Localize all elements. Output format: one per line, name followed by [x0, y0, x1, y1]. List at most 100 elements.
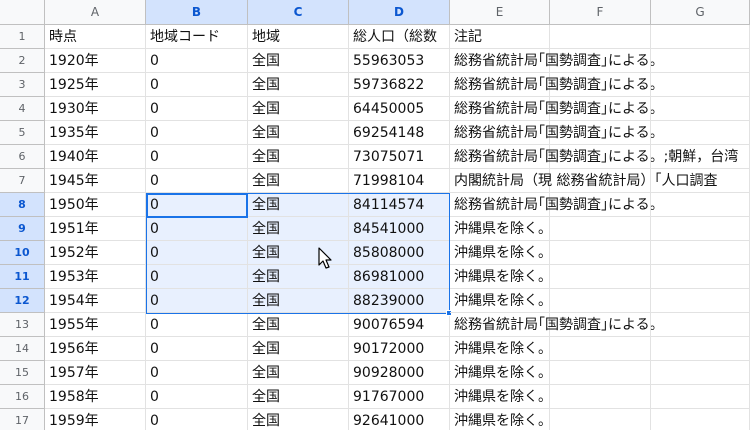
table-cell[interactable]: 総務省統計局｢国勢調査｣による。	[450, 313, 664, 337]
row-number[interactable]: 4	[0, 97, 45, 121]
row-number[interactable]: 1	[0, 25, 45, 49]
table-cell[interactable]: 0	[146, 385, 248, 409]
cell-a1[interactable]: 時点	[45, 25, 146, 49]
table-cell[interactable]: 全国	[248, 193, 349, 217]
table-cell[interactable]	[651, 241, 750, 265]
table-cell[interactable]: 0	[146, 289, 248, 313]
table-cell[interactable]	[550, 385, 651, 409]
table-cell[interactable]: 1955年	[45, 313, 146, 337]
table-cell[interactable]: 全国	[248, 361, 349, 385]
table-cell[interactable]: 0	[146, 49, 248, 73]
table-cell[interactable]: 0	[146, 97, 248, 121]
table-cell[interactable]: 1951年	[45, 217, 146, 241]
table-cell[interactable]	[651, 385, 750, 409]
table-cell[interactable]: 沖縄県を除く。	[450, 337, 552, 361]
table-cell[interactable]: 55963053	[349, 49, 450, 73]
table-cell[interactable]	[550, 49, 651, 73]
table-cell[interactable]: 1935年	[45, 121, 146, 145]
table-cell[interactable]: 91767000	[349, 385, 450, 409]
table-cell[interactable]: 沖縄県を除く。	[450, 265, 552, 289]
column-header-b[interactable]: B	[146, 0, 248, 25]
table-cell[interactable]: 沖縄県を除く。	[450, 241, 552, 265]
row-number[interactable]: 13	[0, 313, 45, 337]
table-cell[interactable]: 総務省統計局｢国勢調査｣による。	[450, 97, 664, 121]
table-cell[interactable]: 全国	[248, 169, 349, 193]
table-cell[interactable]: 沖縄県を除く。	[450, 409, 552, 430]
table-cell[interactable]: 1945年	[45, 169, 146, 193]
table-cell[interactable]: 73075071	[349, 145, 450, 169]
row-number[interactable]: 6	[0, 145, 45, 169]
table-cell[interactable]: 沖縄県を除く。	[450, 361, 552, 385]
row-number[interactable]: 5	[0, 121, 45, 145]
table-cell[interactable]: 88239000	[349, 289, 450, 313]
column-header-c[interactable]: C	[248, 0, 349, 25]
table-cell[interactable]	[651, 289, 750, 313]
table-cell[interactable]	[550, 73, 651, 97]
table-cell[interactable]	[550, 145, 651, 169]
cell-e1[interactable]: 注記	[450, 25, 550, 49]
table-cell[interactable]: 1953年	[45, 265, 146, 289]
row-number[interactable]: 2	[0, 49, 45, 73]
table-cell[interactable]: 全国	[248, 49, 349, 73]
table-cell[interactable]	[550, 169, 651, 193]
table-cell[interactable]: 90172000	[349, 337, 450, 361]
table-cell[interactable]: 総務省統計局｢国勢調査｣による。;朝鮮，台湾	[450, 145, 738, 169]
table-cell[interactable]: 0	[146, 241, 248, 265]
table-cell[interactable]	[550, 97, 651, 121]
row-number[interactable]: 11	[0, 265, 45, 289]
cell-d1[interactable]: 総人口（総数	[349, 25, 450, 49]
table-cell[interactable]: 1958年	[45, 385, 146, 409]
table-cell[interactable]: 0	[146, 73, 248, 97]
table-cell[interactable]	[651, 313, 750, 337]
table-cell[interactable]	[651, 121, 750, 145]
row-number[interactable]: 17	[0, 409, 45, 430]
table-cell[interactable]: 0	[146, 361, 248, 385]
table-cell[interactable]: 1930年	[45, 97, 146, 121]
cell-c1[interactable]: 地域	[248, 25, 349, 49]
table-cell[interactable]	[550, 265, 651, 289]
table-cell[interactable]: 沖縄県を除く。	[450, 385, 552, 409]
table-cell[interactable]	[550, 241, 651, 265]
table-cell[interactable]: 全国	[248, 121, 349, 145]
table-cell[interactable]	[651, 49, 750, 73]
table-cell[interactable]: 1920年	[45, 49, 146, 73]
table-cell[interactable]	[651, 409, 750, 430]
cell-f1[interactable]	[550, 25, 651, 49]
table-cell[interactable]	[651, 145, 750, 169]
table-cell[interactable]: 1925年	[45, 73, 146, 97]
table-cell[interactable]	[550, 289, 651, 313]
table-cell[interactable]: 全国	[248, 289, 349, 313]
table-cell[interactable]: 全国	[248, 97, 349, 121]
table-cell[interactable]	[651, 265, 750, 289]
column-header-d[interactable]: D	[349, 0, 450, 25]
cell-b1[interactable]: 地域コード	[146, 25, 248, 49]
table-cell[interactable]: 0	[146, 169, 248, 193]
table-cell[interactable]	[651, 169, 750, 193]
table-cell[interactable]	[550, 121, 651, 145]
table-cell[interactable]: 0	[146, 145, 248, 169]
table-cell[interactable]: 全国	[248, 409, 349, 430]
table-cell[interactable]	[651, 73, 750, 97]
table-cell[interactable]: 0	[146, 265, 248, 289]
table-cell[interactable]	[550, 337, 651, 361]
table-cell[interactable]: 全国	[248, 337, 349, 361]
table-cell[interactable]: 85808000	[349, 241, 450, 265]
table-cell[interactable]: 1950年	[45, 193, 146, 217]
row-number[interactable]: 15	[0, 361, 45, 385]
table-cell[interactable]: 0	[146, 121, 248, 145]
table-cell[interactable]: 71998104	[349, 169, 450, 193]
table-cell[interactable]: 64450005	[349, 97, 450, 121]
table-cell[interactable]	[550, 409, 651, 430]
table-cell[interactable]: 1957年	[45, 361, 146, 385]
select-all-corner[interactable]	[0, 0, 45, 25]
table-cell[interactable]: 沖縄県を除く。	[450, 289, 552, 313]
table-cell[interactable]: 全国	[248, 145, 349, 169]
column-header-f[interactable]: F	[550, 0, 651, 25]
table-cell[interactable]	[550, 361, 651, 385]
row-number[interactable]: 7	[0, 169, 45, 193]
table-cell[interactable]: 59736822	[349, 73, 450, 97]
table-cell[interactable]: 1959年	[45, 409, 146, 430]
cell-g1[interactable]	[651, 25, 750, 49]
table-cell[interactable]: 0	[146, 337, 248, 361]
table-cell[interactable]: 総務省統計局｢国勢調査｣による。	[450, 121, 664, 145]
